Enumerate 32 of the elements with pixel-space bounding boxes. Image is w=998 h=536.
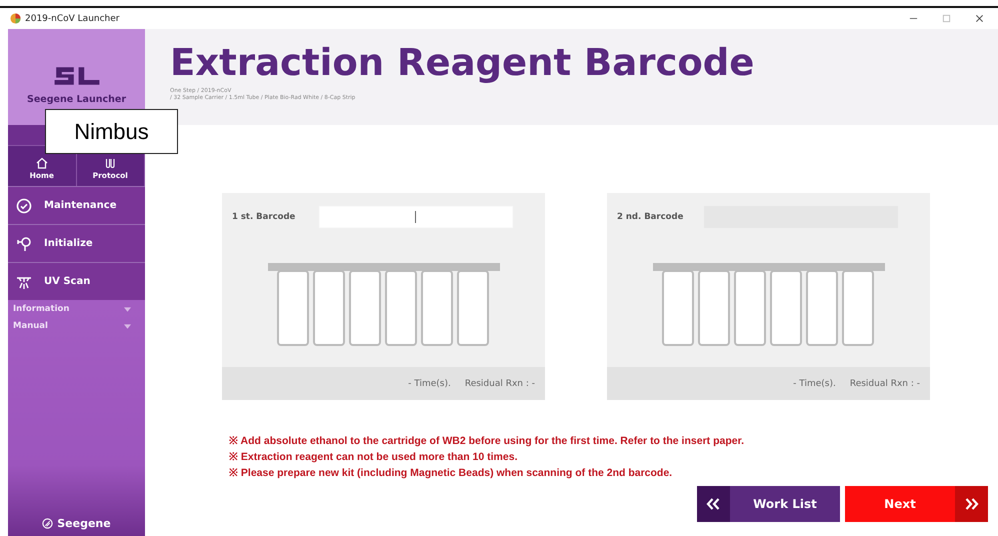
tubes-icon xyxy=(103,157,118,169)
residual-text: Residual Rxn : - xyxy=(464,378,535,388)
page-title: Extraction Reagent Barcode xyxy=(170,41,756,85)
menu-item[interactable]: UV Scan xyxy=(8,262,145,300)
logo-icon xyxy=(52,64,102,88)
window-title: 2019-nCoV Launcher xyxy=(25,14,120,24)
check-circle-icon xyxy=(16,198,32,214)
menu-item[interactable]: Initialize xyxy=(8,224,145,262)
residual-text: Residual Rxn : - xyxy=(850,378,920,388)
footer-brand: Seegene xyxy=(57,517,111,530)
hair-dryer-icon xyxy=(16,236,32,252)
field-label: 1 st. Barcode xyxy=(232,212,296,222)
app-icon xyxy=(10,13,21,24)
double-chevron-right-icon xyxy=(955,486,988,522)
work-list-button[interactable]: Work List xyxy=(697,486,840,522)
next-button[interactable]: Next xyxy=(845,486,988,522)
brand-name: Seegene Launcher xyxy=(27,94,126,105)
callout-tooltip: Nimbus xyxy=(45,109,178,154)
warning-note: ※ Please prepare new kit (including Magnetic Beads) when scanning of the 2nd barcode. xyxy=(229,466,674,481)
close-icon[interactable] xyxy=(975,14,984,23)
field-label: 2 nd. Barcode xyxy=(617,212,684,222)
times-text: - Time(s). xyxy=(408,378,451,388)
brand-icon xyxy=(42,518,54,529)
warning-note: ※ Extraction reagent can not be used more than 10 times. xyxy=(229,450,518,465)
barcode-field[interactable] xyxy=(319,206,513,228)
home-icon xyxy=(34,157,49,169)
double-chevron-left-icon xyxy=(697,486,730,522)
maximize-icon[interactable] xyxy=(942,14,951,23)
times-text: - Time(s). xyxy=(793,378,836,388)
text-cursor xyxy=(415,211,416,223)
warning-note: ※ Add absolute ethanol to the cartridge of WB2 before using for the first time. Refer to the insert paper. xyxy=(229,434,745,449)
menu-item[interactable]: Maintenance xyxy=(8,186,145,224)
